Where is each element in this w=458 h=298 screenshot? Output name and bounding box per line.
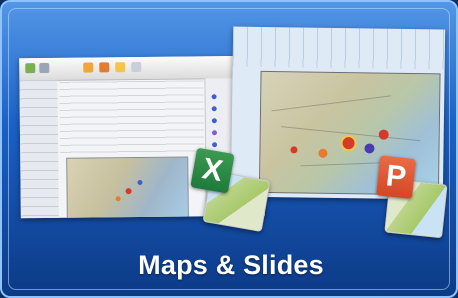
layer-marker [212, 142, 218, 148]
map-marker [378, 129, 389, 140]
ribbon-button [39, 62, 50, 74]
powerpoint-ribbon [232, 26, 446, 70]
excel-sheet-grid [59, 80, 205, 158]
excel-map-preview [66, 156, 189, 219]
ribbon-button [83, 62, 94, 73]
excel-icon-letter: X [190, 147, 235, 194]
map-marker [290, 146, 298, 154]
layer-marker [211, 130, 217, 136]
ribbon-button [99, 62, 110, 73]
excel-icon: X [184, 147, 276, 237]
map-marker [125, 188, 132, 195]
map-marker [340, 135, 357, 152]
ribbon-button [131, 62, 142, 73]
map-border-line [271, 95, 391, 112]
layer-marker [211, 118, 217, 124]
powerpoint-icon-letter: P [376, 155, 417, 199]
layer-marker [211, 94, 217, 100]
tile-caption: Maps & Slides [138, 249, 324, 280]
map-marker [115, 196, 121, 202]
ribbon-button [115, 62, 126, 73]
excel-task-pane [19, 79, 59, 219]
map-marker [364, 143, 375, 154]
powerpoint-icon: P [372, 155, 452, 240]
maps-and-slides-tile[interactable]: X P Maps & Slides [0, 0, 458, 298]
map-marker [137, 179, 143, 186]
ribbon-button [25, 63, 36, 74]
layer-marker [211, 106, 217, 112]
map-marker [318, 148, 328, 158]
